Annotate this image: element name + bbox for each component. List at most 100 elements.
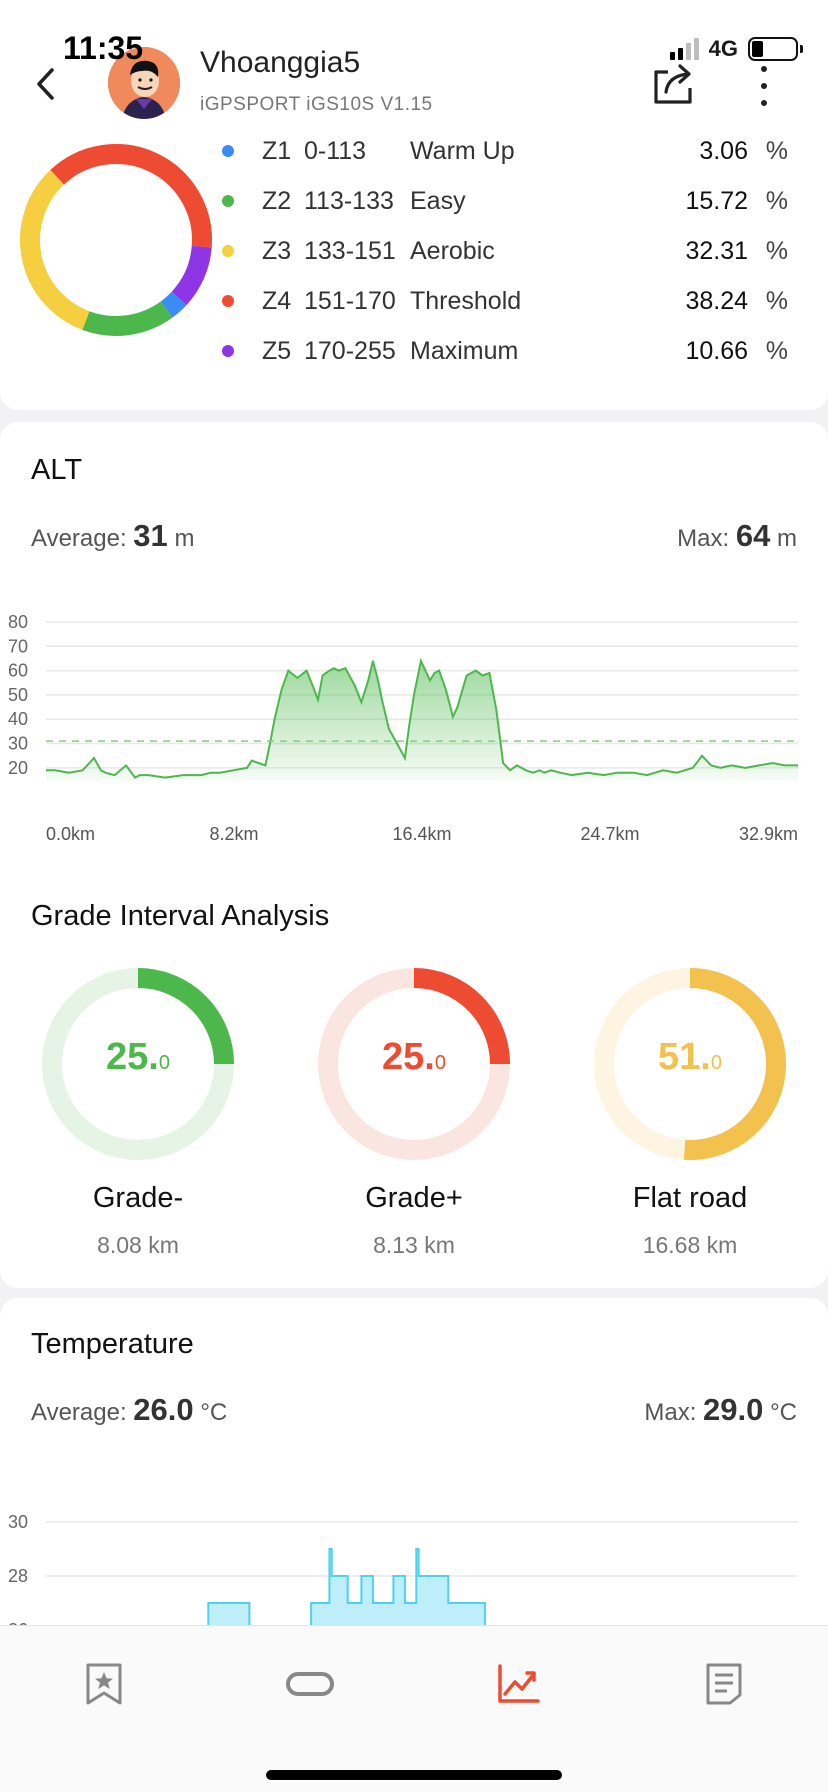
altitude-chart[interactable]: 20 30 40 50 60 70 80 0.0km 8.2km 16.4km 24.7km 32.9… [0,608,828,868]
zone-arc-z5 [171,245,212,306]
max-value: 29.0 [703,1392,764,1427]
y-tick-label: 40 [8,709,28,729]
grade-name: Grade- [92,1182,184,1214]
zone-color-dot [222,295,234,307]
zone-color-dot [222,145,234,157]
zone-row: Z1 0-113 Warm Up 3.06% [218,126,788,176]
chevron-left-icon [37,68,54,100]
y-tick-label: 30 [8,1512,28,1532]
zone-code: Z3 [262,236,292,265]
max-value: 64 [735,518,771,553]
zone-color-dot [222,345,234,357]
grade-percent-int: 25. [106,1036,159,1078]
tab-analysis[interactable] [488,1654,548,1714]
zone-label: Easy [410,186,466,215]
device-name: iGPSPORT iGS10S V1.15 [200,94,433,115]
grade-percent-int: 51. [658,1036,711,1078]
grade-title: Grade Interval Analysis [31,900,330,932]
zone-percent: 38.24 [685,286,748,315]
zone-percent-unit: % [765,286,788,315]
tab-link[interactable] [280,1654,340,1714]
zone-code: Z1 [262,136,292,165]
altitude-max: Max: 64 m [677,518,797,554]
zone-percent: 32.31 [685,236,748,265]
zone-label: Warm Up [410,136,515,165]
grade-percent: 25.0 [314,1036,514,1079]
zone-percent: 3.06 [699,136,748,165]
link-icon [286,1672,334,1696]
temperature-max: Max: 29.0 °C [644,1392,797,1428]
grade-percent-decimal: 0 [434,1052,446,1074]
y-tick-label: 30 [8,734,28,754]
zone-code: Z5 [262,336,292,365]
zone-range: 170-255 [304,336,396,365]
zone-color-dot [222,195,234,207]
zone-arc-z4 [50,144,212,248]
zone-donut-chart [20,144,212,336]
altitude-average: Average: 31 m [31,518,194,554]
average-value: 31 [133,518,168,553]
zone-label: Aerobic [410,236,495,265]
zone-code: Z4 [262,286,292,315]
zone-percent: 15.72 [685,186,748,215]
tab-bookmark[interactable] [74,1654,134,1714]
zone-arc-z2 [82,301,173,336]
zone-code: Z2 [262,186,292,215]
status-indicators: 4G [669,36,803,62]
y-tick-label: 60 [8,661,28,681]
average-unit: °C [200,1399,228,1426]
max-label: Max: [677,525,730,552]
dot [761,83,767,89]
grade-item: 51.0 Flat road 16.68 km [590,964,790,1258]
grade-percent: 51.0 [590,1036,790,1079]
altitude-area [46,660,798,780]
zone-row: Z2 113-133 Easy 15.72% [218,176,788,226]
bookmark-star-icon [86,1663,122,1705]
max-label: Max: [644,1399,697,1426]
y-tick-label: 20 [8,758,28,778]
altitude-title: ALT [31,454,83,486]
status-time: 11:35 [63,30,144,66]
zone-range: 113-133 [304,186,394,215]
back-button[interactable] [28,62,64,106]
zone-row: Z5 170-255 Maximum 10.66% [218,326,788,376]
grade-percent: 25.0 [38,1036,238,1079]
more-options-button[interactable] [748,64,780,108]
y-tick-label: 50 [8,685,28,705]
document-icon [706,1663,742,1705]
y-tick-label: 80 [8,612,28,632]
temperature-average: Average: 26.0 °C [31,1392,227,1428]
signal-icon [669,38,699,60]
share-button[interactable] [652,58,696,106]
tab-document[interactable] [694,1654,754,1714]
x-tick-label: 8.2km [209,824,258,844]
zone-row: Z4 151-170 Threshold 38.24% [218,276,788,326]
temperature-title: Temperature [31,1328,194,1360]
x-tick-label: 24.7km [580,824,639,844]
share-icon [654,64,692,104]
grade-item: 25.0 Grade+ 8.13 km [314,964,514,1258]
zone-percent-unit: % [765,136,788,165]
y-tick-label: 70 [8,636,28,656]
x-tick-label: 0.0km [46,824,95,844]
zone-arc-z1 [160,291,187,318]
zone-range: 0-113 [304,136,367,165]
user-name: Vhoanggia5 [200,46,361,79]
grade-percent-decimal: 0 [158,1052,170,1074]
x-tick-label: 16.4km [392,824,451,844]
zone-arc-z3 [20,170,90,330]
zone-label: Threshold [410,286,522,315]
zone-range: 133-151 [304,236,396,265]
zone-label: Maximum [410,336,519,365]
grade-name: Grade+ [365,1182,463,1214]
grade-percent-int: 25. [382,1036,435,1078]
zone-percent-unit: % [765,186,788,215]
average-label: Average: [31,525,127,552]
y-tick-label: 28 [8,1566,28,1586]
zone-percent-unit: % [765,236,788,265]
average-label: Average: [31,1399,127,1426]
dot [761,66,767,72]
average-value: 26.0 [133,1392,194,1427]
grade-name: Flat road [632,1182,748,1214]
zone-percent-unit: % [765,336,788,365]
